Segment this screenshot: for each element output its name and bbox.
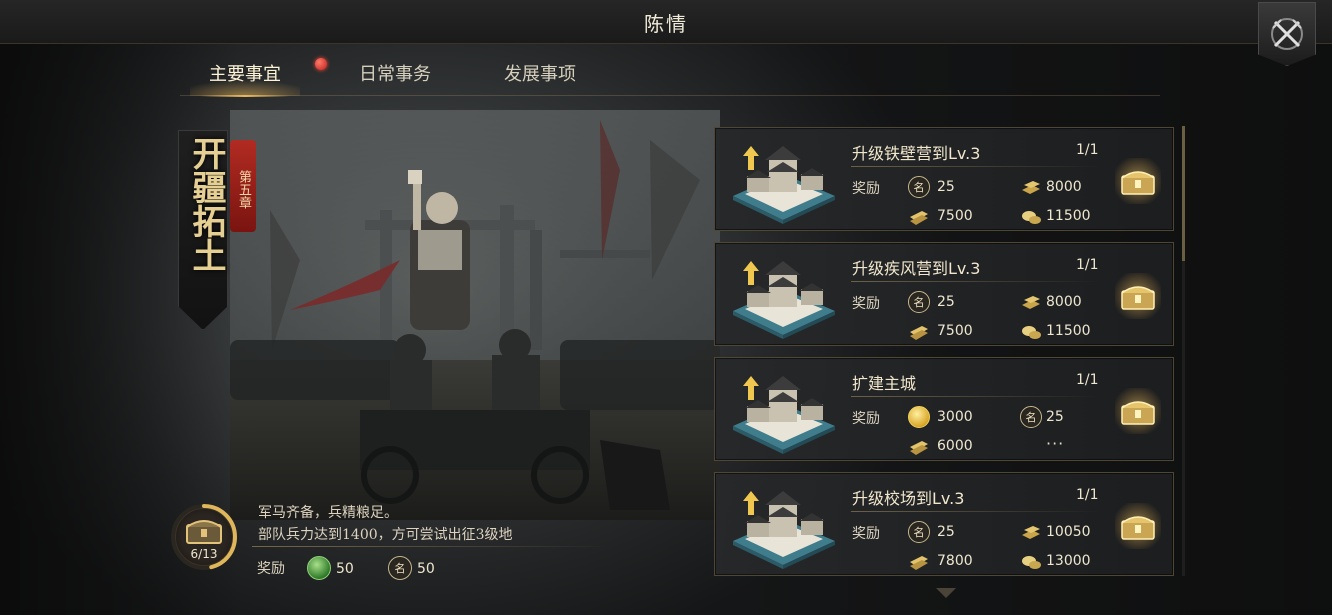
building-upgrade-thumbnail xyxy=(733,261,835,339)
reward-label: 奖励 xyxy=(852,526,880,542)
chapter-progress-count: 6/13 xyxy=(190,547,218,561)
reward-value: 13000 xyxy=(1046,553,1091,569)
quest-progress: 1/1 xyxy=(1076,372,1099,388)
divider xyxy=(851,511,1101,512)
treasure-chest-icon xyxy=(1121,401,1155,425)
divider xyxy=(851,281,1101,282)
divider xyxy=(252,546,612,547)
grain-icon xyxy=(1022,211,1041,224)
claim-reward-button[interactable] xyxy=(1115,273,1161,319)
tab-label: 发展事项 xyxy=(504,64,576,85)
reward-value: 7800 xyxy=(937,553,973,569)
reward-label: 奖励 xyxy=(852,296,880,312)
tab-label: 主要事宜 xyxy=(209,64,281,85)
treasure-chest-icon xyxy=(1121,516,1155,540)
upgrade-arrow-icon xyxy=(743,261,759,285)
close-button[interactable] xyxy=(1258,2,1316,66)
treasure-chest-icon xyxy=(1121,286,1155,310)
quest-progress: 1/1 xyxy=(1076,257,1099,273)
reward-value: 8000 xyxy=(1046,179,1082,195)
fame-icon: 名 xyxy=(908,521,930,543)
divider xyxy=(851,166,1101,167)
reward-value: 25 xyxy=(937,179,955,195)
quest-progress: 1/1 xyxy=(1076,142,1099,158)
building-upgrade-thumbnail xyxy=(733,146,835,224)
fame-icon: 名 xyxy=(908,291,930,313)
quest-card[interactable]: 升级校场到Lv.3 1/1 奖励 名 25 10050 7800 13000 xyxy=(714,472,1174,576)
quest-card[interactable]: 扩建主城 1/1 奖励 3000 名 25 6000 ··· xyxy=(714,357,1174,461)
iron-icon xyxy=(1022,181,1040,194)
reward-value: 10050 xyxy=(1046,524,1091,540)
quest-title: 升级校场到Lv.3 xyxy=(852,489,965,508)
reward-value: 25 xyxy=(937,294,955,310)
chapter-title: 开疆拓土 xyxy=(186,136,226,272)
wood-icon xyxy=(910,326,928,340)
window-title: 陈情 xyxy=(644,12,688,36)
claim-reward-button[interactable] xyxy=(1115,158,1161,204)
fame-icon: 名 xyxy=(908,176,930,198)
reward-value: 11500 xyxy=(1046,323,1091,339)
quest-card[interactable]: 升级铁壁营到Lv.3 1/1 奖励 名 25 8000 7500 11500 xyxy=(714,127,1174,231)
reward-value: 11500 xyxy=(1046,208,1091,224)
reward-value: 50 xyxy=(417,561,435,577)
quest-title: 升级疾风营到Lv.3 xyxy=(852,259,981,278)
reward-value: 8000 xyxy=(1046,294,1082,310)
more-rewards-icon[interactable]: ··· xyxy=(1046,434,1064,453)
reward-value: 50 xyxy=(336,561,354,577)
city-expand-thumbnail xyxy=(733,376,835,454)
iron-icon xyxy=(1022,526,1040,539)
reward-value: 6000 xyxy=(937,438,973,454)
wood-icon xyxy=(910,556,928,570)
crossed-swords-icon xyxy=(1271,18,1303,50)
quest-title: 升级铁壁营到Lv.3 xyxy=(852,144,981,163)
fame-icon: 名 xyxy=(1020,406,1042,428)
grain-icon xyxy=(1022,326,1041,339)
reward-value: 3000 xyxy=(937,409,973,425)
claim-reward-button[interactable] xyxy=(1115,388,1161,434)
scrollbar-thumb[interactable] xyxy=(1182,126,1185,261)
wood-icon xyxy=(910,211,928,225)
claim-reward-button[interactable] xyxy=(1115,503,1161,549)
divider xyxy=(851,396,1101,397)
reward-value: 7500 xyxy=(937,323,973,339)
iron-icon xyxy=(1022,296,1040,309)
tab-daily-tasks[interactable]: 日常事务 xyxy=(340,56,450,96)
scroll-down-indicator-icon xyxy=(936,588,956,598)
jade-icon xyxy=(307,556,331,580)
reward-label: 奖励 xyxy=(852,411,880,427)
chapter-illustration xyxy=(230,110,720,520)
notification-dot xyxy=(315,58,327,70)
quest-progress: 1/1 xyxy=(1076,487,1099,503)
tab-development[interactable]: 发展事项 xyxy=(485,56,595,96)
grain-icon xyxy=(1022,556,1041,569)
quest-description-line: 部队兵力达到1400，方可尝试出征3级地 xyxy=(258,527,513,543)
quest-description-line: 军马齐备，兵精粮足。 xyxy=(258,505,398,521)
upgrade-arrow-icon xyxy=(743,491,759,515)
tab-label: 日常事务 xyxy=(359,64,431,85)
treasure-chest-icon xyxy=(1121,171,1155,195)
upgrade-arrow-icon xyxy=(743,146,759,170)
reward-value: 25 xyxy=(1046,409,1064,425)
tab-bar: 主要事宜 日常事务 发展事项 xyxy=(180,56,1160,97)
reward-value: 7500 xyxy=(937,208,973,224)
expand-arrow-icon xyxy=(743,376,759,400)
wood-icon xyxy=(910,441,928,455)
building-upgrade-thumbnail xyxy=(733,491,835,569)
quest-title: 扩建主城 xyxy=(852,374,917,393)
tab-main-affairs[interactable]: 主要事宜 xyxy=(190,56,327,97)
fame-icon: 名 xyxy=(388,556,412,580)
reward-label: 奖励 xyxy=(852,181,880,197)
quest-list: 升级铁壁营到Lv.3 1/1 奖励 名 25 8000 7500 11500 升级… xyxy=(714,126,1178,586)
reward-label: 奖励 xyxy=(257,561,285,577)
reward-value: 25 xyxy=(937,524,955,540)
chapter-tag: 第五章 xyxy=(230,140,256,232)
quest-card[interactable]: 升级疾风营到Lv.3 1/1 奖励 名 25 8000 7500 11500 xyxy=(714,242,1174,346)
title-bar: 陈情 xyxy=(0,0,1332,44)
coin-icon xyxy=(908,406,930,428)
